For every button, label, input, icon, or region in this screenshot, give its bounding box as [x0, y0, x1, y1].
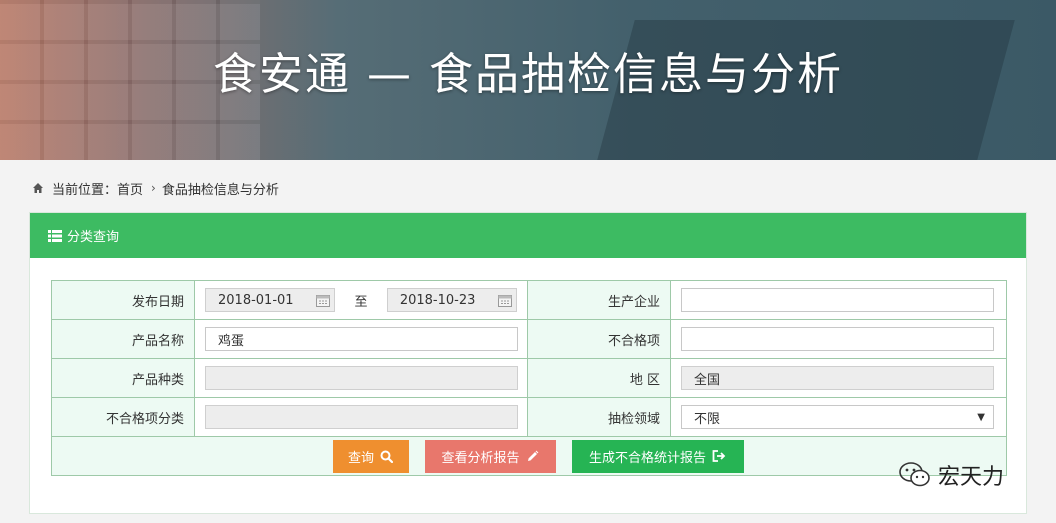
calendar-icon — [316, 294, 331, 307]
inspection-field-label: 抽检领域 — [527, 397, 671, 437]
manufacturer-cell — [670, 280, 1007, 320]
failed-category-cell — [194, 397, 528, 437]
region-input[interactable]: 全国 — [681, 366, 994, 390]
inspection-field-cell: 不限 ▼ — [670, 397, 1007, 437]
breadcrumb-current: 食品抽检信息与分析 — [161, 182, 279, 198]
date-to-value: 2018-10-23 — [399, 292, 476, 308]
product-name-input[interactable]: 鸡蛋 — [205, 327, 518, 351]
product-type-input[interactable] — [205, 366, 518, 390]
publish-date-label: 发布日期 — [51, 280, 195, 320]
panel-header-title: 分类查询 — [67, 230, 120, 245]
date-to-input[interactable]: 2018-10-23 — [386, 288, 517, 312]
generate-report-button[interactable]: 生成不合格统计报告 — [571, 439, 744, 473]
table-row: 产品种类 地 区 全国 — [51, 358, 1007, 398]
table-row: 产品名称 鸡蛋 不合格项 — [51, 319, 1007, 359]
chevron-down-icon: ▼ — [977, 411, 985, 423]
generate-report-button-label: 生成不合格统计报告 — [588, 450, 706, 466]
failed-item-cell — [670, 319, 1007, 359]
region-cell: 全国 — [670, 358, 1007, 398]
search-icon — [380, 450, 393, 463]
query-button-label: 查询 — [347, 450, 374, 466]
home-icon — [33, 183, 43, 193]
breadcrumb-separator: › — [151, 181, 156, 195]
watermark-text: 宏天力 — [938, 465, 1005, 490]
table-row: 查询 查看分析报告 生成不合格统计报告 — [51, 436, 1007, 476]
page-title: 食安通 — 食品抽检信息与分析 — [213, 49, 843, 100]
manufacturer-label: 生产企业 — [527, 280, 671, 320]
calendar-icon — [498, 294, 512, 307]
pencil-icon — [527, 450, 538, 461]
failed-item-input[interactable] — [681, 327, 994, 351]
query-panel: 分类查询 发布日期 2018-01-01 至 2018-10-23 生产企业 产… — [29, 212, 1027, 514]
inspection-field-value: 不限 — [694, 411, 721, 427]
publish-date-cell: 2018-01-01 至 2018-10-23 — [194, 280, 528, 320]
inspection-field-select[interactable]: 不限 ▼ — [681, 405, 994, 429]
breadcrumb-home-link[interactable]: 首页 — [117, 179, 143, 198]
date-range-separator: 至 — [354, 294, 368, 310]
breadcrumb: 当前位置： 首页 › 食品抽检信息与分析 — [32, 179, 279, 198]
date-from-input[interactable]: 2018-01-01 — [205, 288, 336, 312]
failed-category-input[interactable] — [205, 405, 518, 429]
view-report-button-label: 查看分析报告 — [441, 450, 520, 466]
watermark: 宏天力 — [898, 459, 1004, 491]
manufacturer-input[interactable] — [681, 288, 994, 312]
view-report-button[interactable]: 查看分析报告 — [424, 439, 556, 473]
product-type-cell — [194, 358, 528, 398]
list-icon — [48, 229, 62, 242]
product-type-label: 产品种类 — [51, 358, 195, 398]
query-button[interactable]: 查询 — [332, 439, 409, 473]
date-from-value: 2018-01-01 — [218, 292, 294, 308]
panel-header: 分类查询 — [30, 213, 1026, 258]
query-form-table: 发布日期 2018-01-01 至 2018-10-23 生产企业 产品名称 鸡… — [51, 280, 1007, 476]
region-label: 地 区 — [527, 358, 671, 398]
button-row: 查询 查看分析报告 生成不合格统计报告 — [51, 436, 1007, 476]
wechat-icon — [899, 462, 930, 487]
product-name-cell: 鸡蛋 — [194, 319, 528, 359]
table-row: 不合格项分类 抽检领域 不限 ▼ — [51, 397, 1007, 437]
failed-item-label: 不合格项 — [527, 319, 671, 359]
failed-category-label: 不合格项分类 — [51, 397, 195, 437]
product-name-label: 产品名称 — [51, 319, 195, 359]
export-icon — [712, 450, 726, 462]
breadcrumb-prefix: 当前位置： — [52, 182, 118, 198]
table-row: 发布日期 2018-01-01 至 2018-10-23 生产企业 — [51, 280, 1007, 320]
header-banner: 食安通 — 食品抽检信息与分析 — [0, 0, 1056, 160]
